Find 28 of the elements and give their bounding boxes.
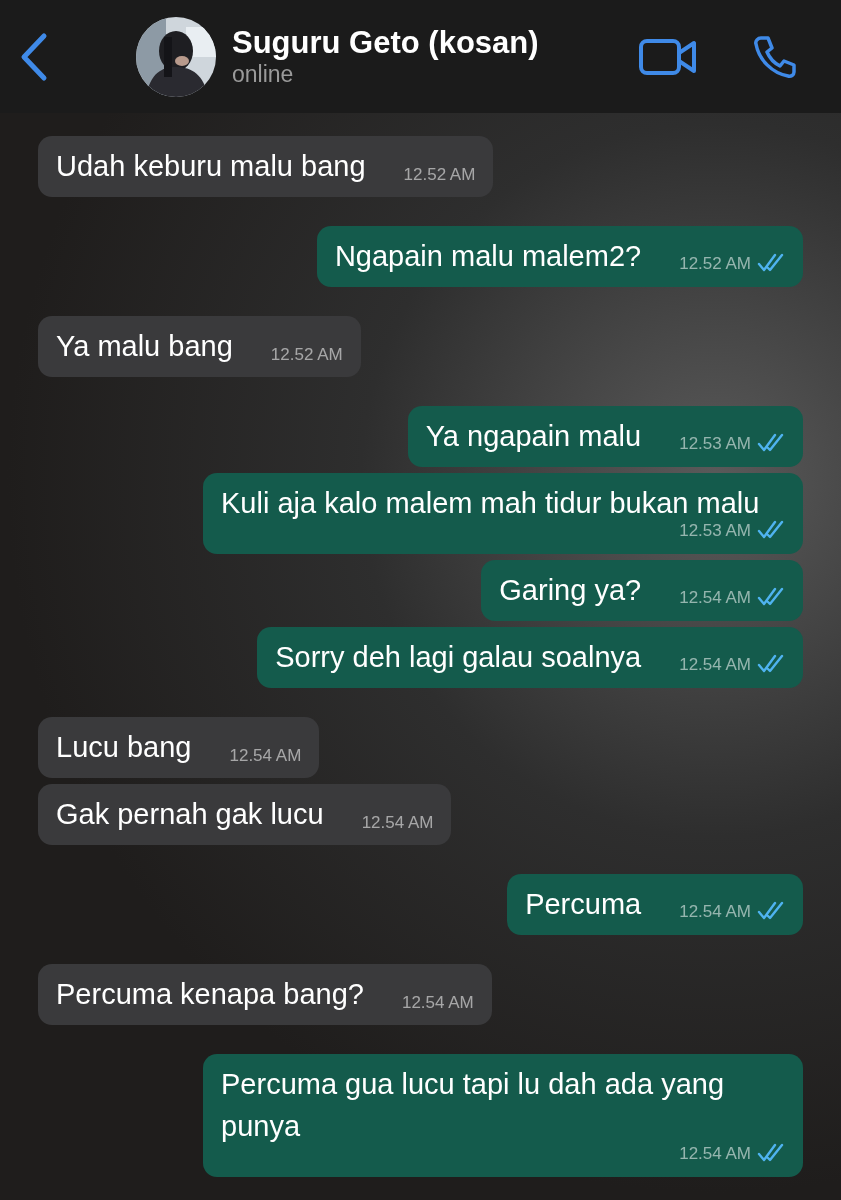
message-time: 12.54 AM — [229, 747, 302, 764]
message-text: Garing ya? — [499, 573, 642, 608]
contact-status: online — [232, 61, 295, 89]
message-time: 12.54 AM — [401, 994, 474, 1011]
message-text: Udah keburu malu bang — [56, 149, 366, 184]
phone-icon[interactable] — [753, 34, 797, 79]
video-call-icon[interactable] — [639, 37, 697, 76]
message-text: Percuma kenapa bang? — [56, 977, 364, 1012]
message-text: Kuli aja kalo malem mah tidur bukan malu — [221, 486, 760, 521]
message-time: 12.54 AM — [679, 902, 751, 920]
message-time: 12.54 AM — [361, 814, 434, 831]
message-text: Gak pernah gak lucu — [56, 797, 324, 832]
message-text: Percuma gua lucu tapi lu dah ada yang punya — [221, 1067, 725, 1144]
message-text: Sorry deh lagi galau soalnya — [275, 640, 642, 675]
message-text: Ya malu bang — [56, 329, 233, 364]
message-time: 12.54 AM — [679, 1144, 751, 1162]
message-time: 12.52 AM — [679, 254, 751, 272]
contact-name[interactable]: Suguru Geto (kosan) — [232, 24, 639, 62]
message-time: 12.54 AM — [679, 588, 751, 606]
message-time: 12.52 AM — [403, 166, 476, 183]
message-text: Ya ngapain malu — [425, 419, 642, 454]
message-time: 12.53 AM — [679, 434, 751, 452]
message-text: Percuma — [525, 887, 642, 922]
message-text: Lucu bang — [56, 730, 192, 765]
message-time: 12.54 AM — [679, 655, 751, 673]
message-time: 12.52 AM — [270, 346, 343, 363]
message-time: 12.53 AM — [679, 521, 751, 539]
message-text: Ngapain malu malem2? — [334, 239, 642, 274]
